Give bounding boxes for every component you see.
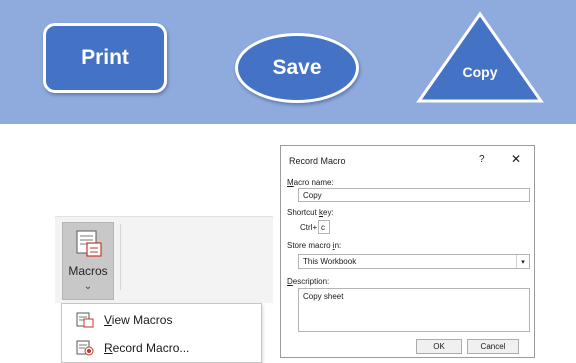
view-macros-icon [76, 312, 94, 328]
macros-button[interactable]: Macros ⌄ [62, 222, 114, 300]
cancel-button[interactable]: Cancel [467, 339, 519, 354]
chevron-down-icon: ⌄ [83, 281, 93, 292]
shapes-banner: Print Save Copy [0, 0, 576, 124]
dialog-title: Record Macro [289, 156, 346, 166]
save-label: Save [272, 56, 322, 79]
ctrl-label: Ctrl+ [300, 223, 318, 232]
store-macro-select[interactable]: This Workbook ▾ [298, 254, 530, 269]
description-label: Description: [287, 277, 330, 286]
macros-label: Macros [68, 264, 108, 278]
ok-button[interactable]: OK [416, 339, 462, 354]
macros-dropdown-menu: View Macros Record Macro... [61, 303, 262, 363]
menu-item-label: View Macros [104, 313, 173, 327]
macros-icon [76, 230, 102, 257]
save-shape-button[interactable]: Save [235, 33, 359, 103]
print-label: Print [81, 46, 129, 69]
menu-item-label: Record Macro... [104, 341, 190, 355]
macro-name-input[interactable]: Copy [298, 188, 530, 202]
help-icon[interactable]: ? [479, 154, 485, 165]
shortcut-key-label: Shortcut key: [287, 208, 334, 217]
macro-name-label: Macro name: [287, 178, 334, 187]
description-textarea[interactable]: Copy sheet [298, 288, 530, 332]
ribbon-separator [120, 224, 121, 290]
print-shape-button[interactable]: Print [43, 23, 167, 93]
record-macro-dialog: Record Macro ? ✕ Macro name: Copy Shortc… [280, 145, 535, 358]
chevron-down-icon: ▾ [516, 255, 529, 268]
shortcut-key-input[interactable]: c [318, 220, 330, 234]
menu-item-view-macros[interactable]: View Macros [62, 306, 261, 334]
store-macro-value: This Workbook [303, 257, 357, 266]
copy-shape-button[interactable] [416, 11, 544, 104]
record-macro-icon [76, 340, 94, 356]
close-icon[interactable]: ✕ [511, 152, 521, 166]
copy-label: Copy [462, 64, 498, 80]
store-macro-label: Store macro in: [287, 241, 342, 250]
